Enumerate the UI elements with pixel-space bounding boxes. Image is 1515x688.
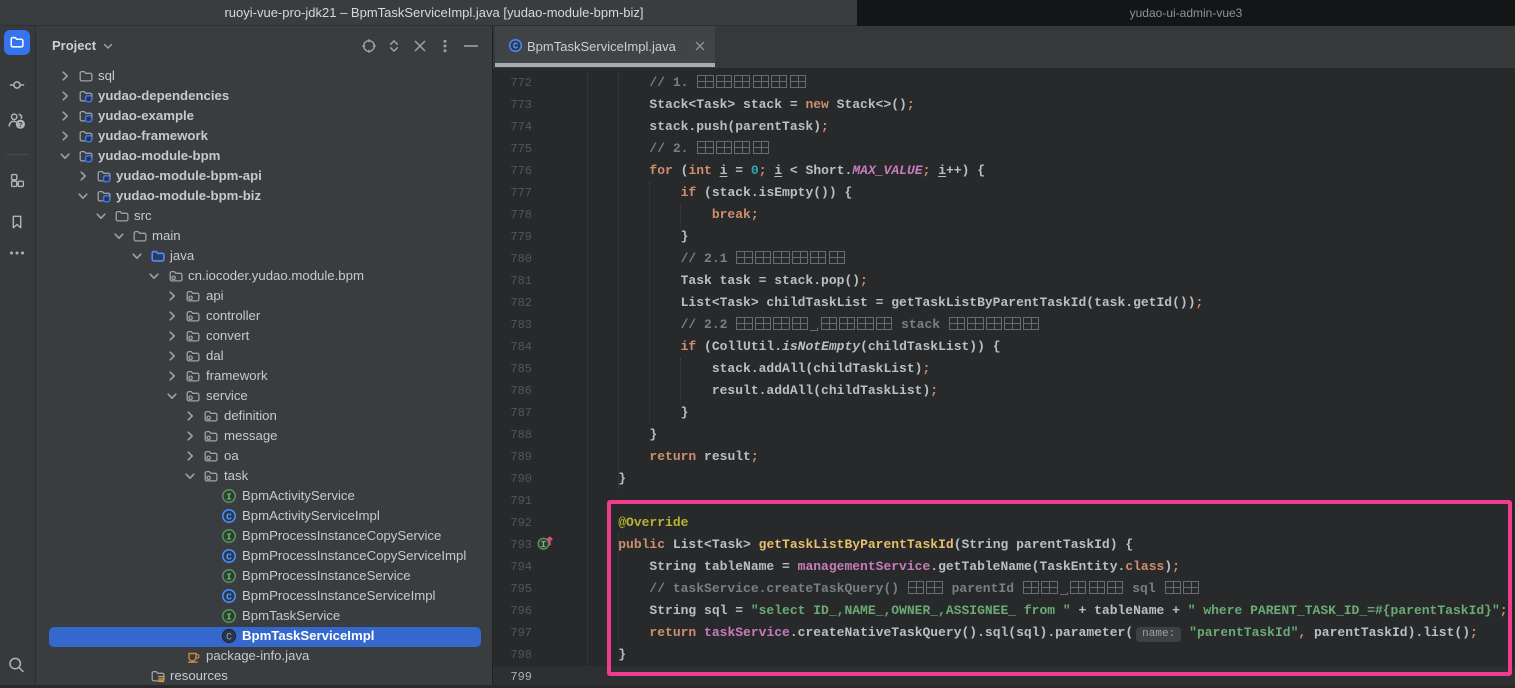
svg-text:I: I (541, 540, 546, 550)
svg-text:C: C (513, 42, 519, 52)
